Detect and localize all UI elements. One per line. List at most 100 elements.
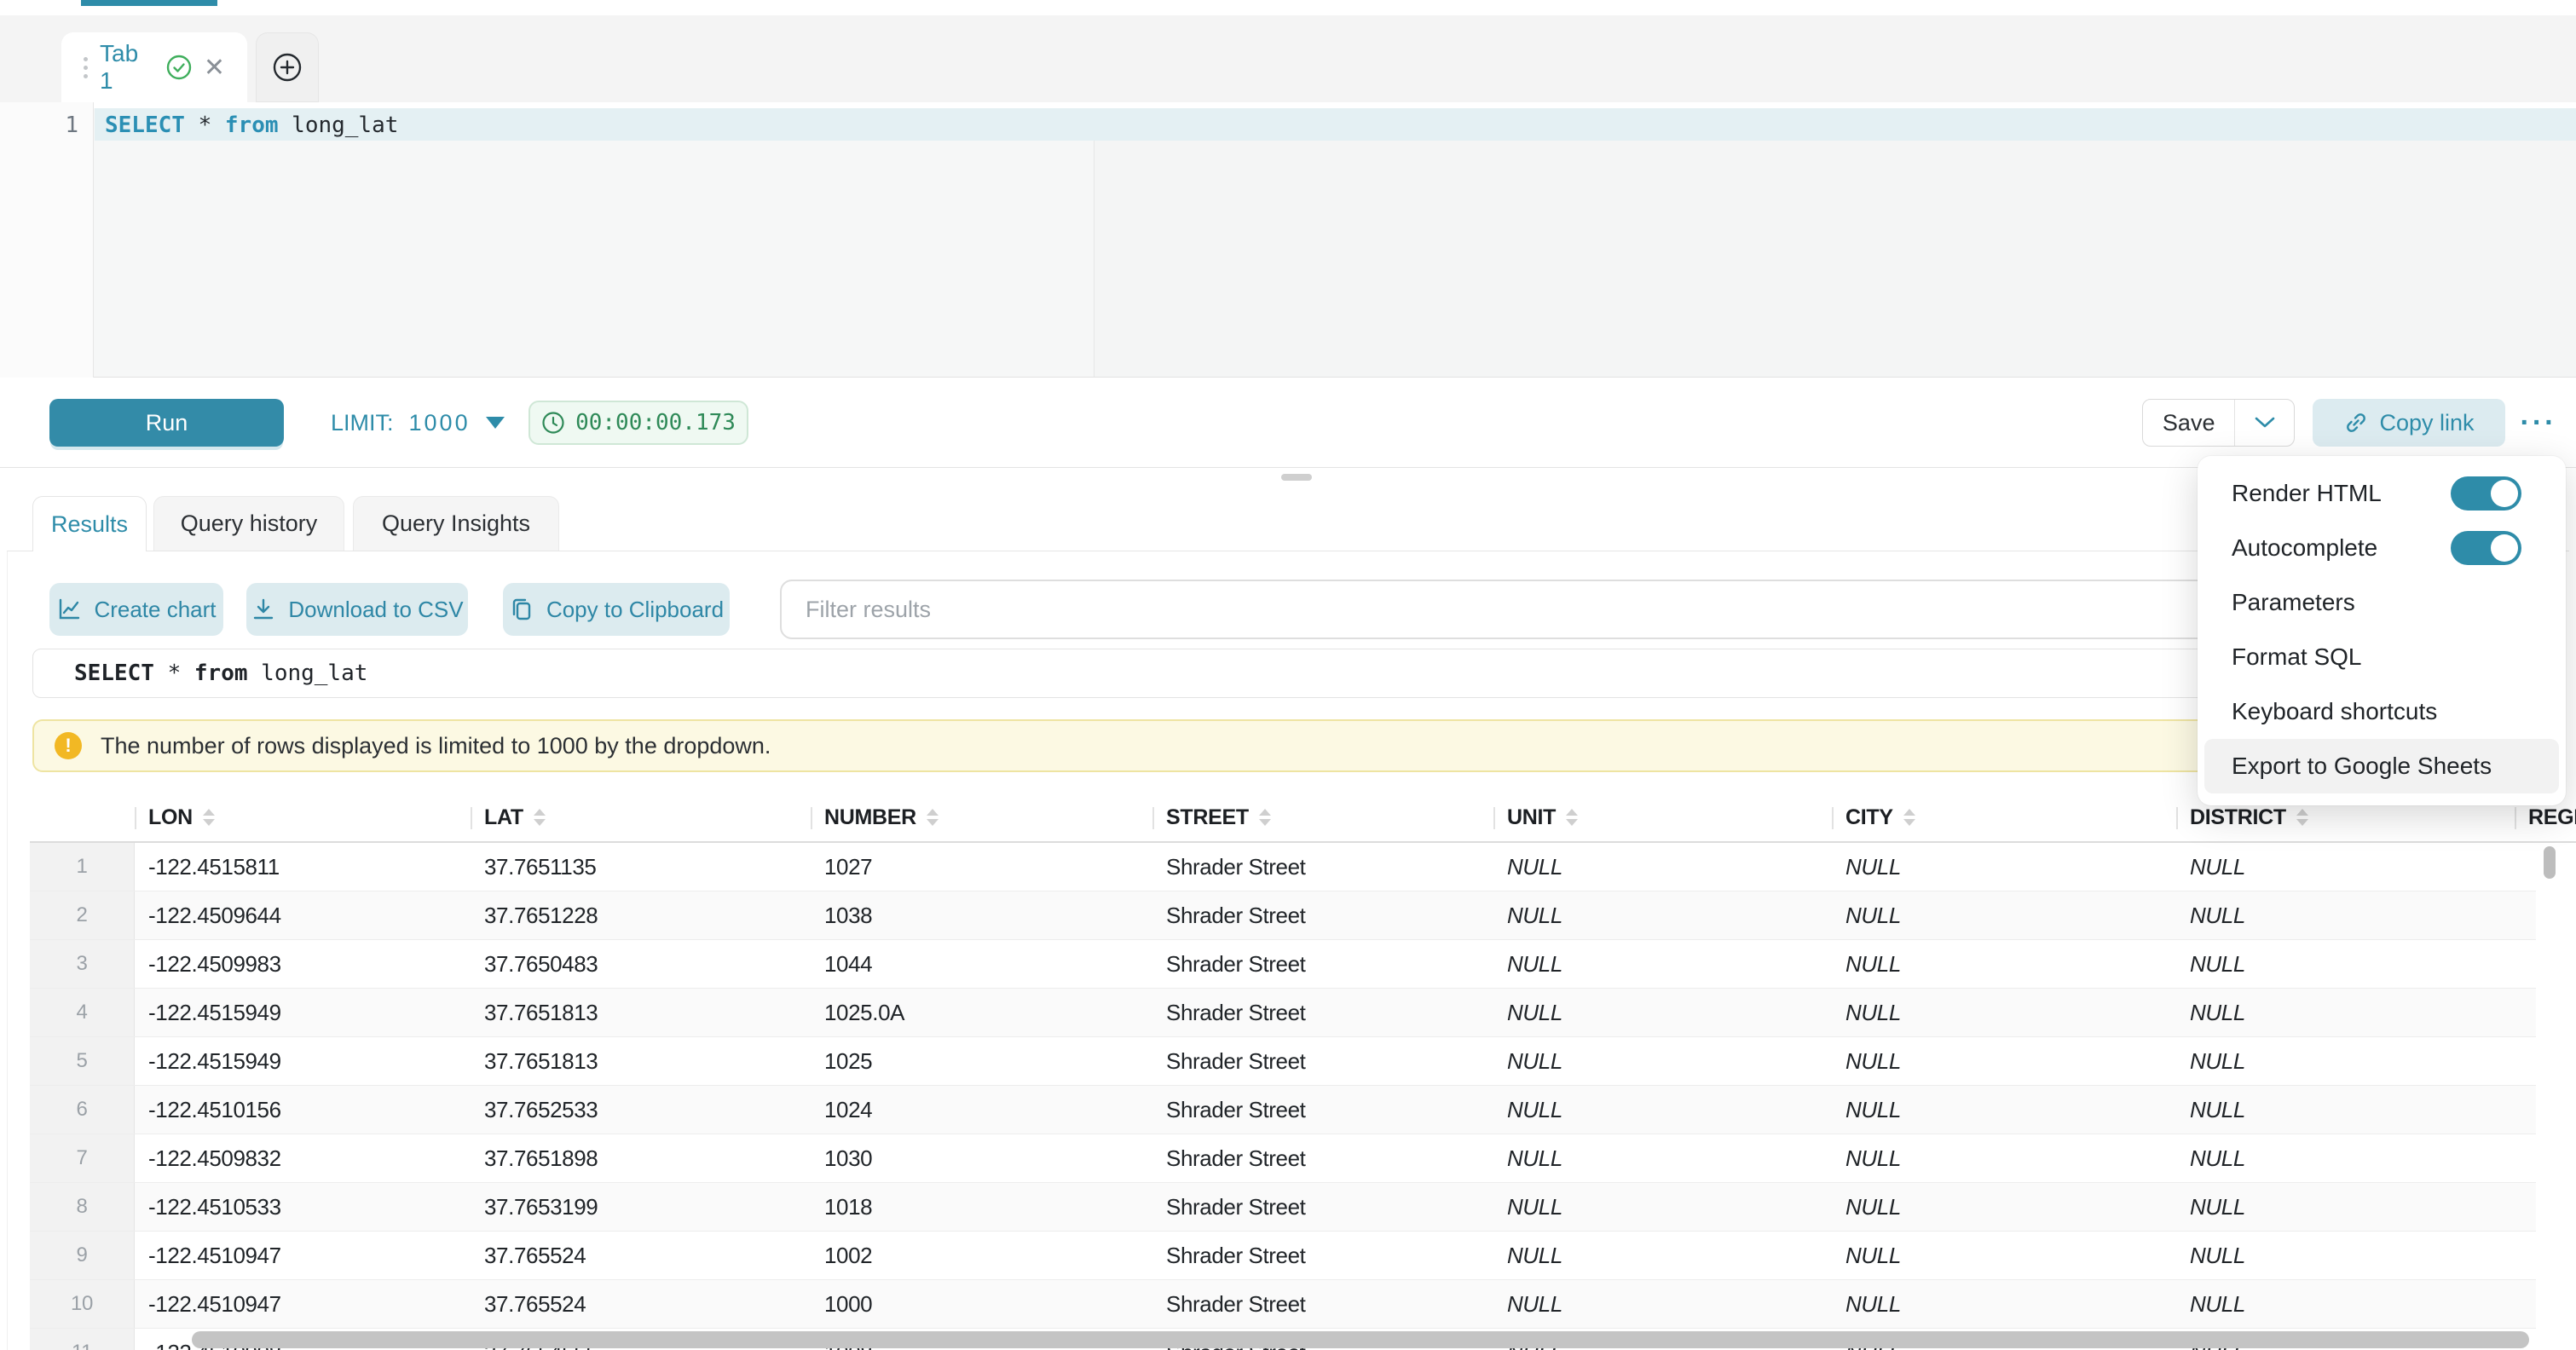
toggle-switch[interactable] [2451,531,2521,565]
table-cell[interactable]: 1025.0A [811,989,1152,1036]
table-cell[interactable]: NULL [1832,1183,2176,1231]
table-cell[interactable]: 37.765524 [471,1232,811,1279]
close-tab-icon[interactable]: ✕ [204,53,225,83]
table-cell[interactable]: NULL [2176,1134,2515,1182]
table-cell[interactable]: NULL [2176,1086,2515,1134]
table-cell[interactable]: NULL [2176,1232,2515,1279]
table-cell[interactable]: NULL [1832,1280,2176,1328]
table-cell[interactable]: NULL [1493,1037,1832,1085]
table-cell[interactable]: -122.4510947 [135,1280,471,1328]
tab-query-insights[interactable]: Query Insights [353,496,559,551]
table-cell[interactable]: Shrader Street [1152,1280,1493,1328]
row-number-cell[interactable]: 1 [30,843,135,891]
sort-icon[interactable] [203,809,215,826]
column-header-lon[interactable]: LON [135,793,471,841]
table-cell[interactable]: 37.7651228 [471,891,811,939]
table-cell[interactable]: Shrader Street [1152,1086,1493,1134]
column-header-street[interactable]: STREET [1152,793,1493,841]
table-cell[interactable]: 37.7653199 [471,1183,811,1231]
table-cell[interactable]: NULL [1493,1086,1832,1134]
table-cell[interactable]: 37.7651135 [471,843,811,891]
table-cell[interactable]: Shrader Street [1152,940,1493,988]
table-cell[interactable]: 1044 [811,940,1152,988]
menu-item-render-html[interactable]: Render HTML [2198,466,2566,521]
table-cell[interactable]: NULL [1493,1280,1832,1328]
row-number-cell[interactable]: 8 [30,1183,135,1231]
menu-item-format-sql[interactable]: Format SQL [2198,630,2566,684]
sort-icon[interactable] [534,809,546,826]
table-cell[interactable]: NULL [1832,1232,2176,1279]
table-cell[interactable]: 37.7650483 [471,940,811,988]
menu-item-parameters[interactable]: Parameters [2198,575,2566,630]
row-number-cell[interactable]: 3 [30,940,135,988]
row-number-cell[interactable]: 7 [30,1134,135,1182]
sort-icon[interactable] [1903,809,1915,826]
copy-to-clipboard-button[interactable]: Copy to Clipboard [503,583,730,636]
sort-icon[interactable] [1566,809,1578,826]
sort-icon[interactable] [2296,809,2308,826]
table-cell[interactable]: NULL [1832,1037,2176,1085]
table-cell[interactable]: Shrader Street [1152,1232,1493,1279]
table-cell[interactable]: NULL [2176,1280,2515,1328]
copy-link-button[interactable]: Copy link [2313,399,2505,447]
menu-item-export-to-google-sheets[interactable]: Export to Google Sheets [2204,739,2559,793]
more-options-button[interactable]: ··· [2511,399,2566,447]
table-cell[interactable]: NULL [1832,989,2176,1036]
toggle-switch[interactable] [2451,476,2521,511]
row-number-cell[interactable]: 5 [30,1037,135,1085]
table-cell[interactable]: 1002 [811,1232,1152,1279]
table-cell[interactable]: NULL [2176,891,2515,939]
row-number-cell[interactable]: 10 [30,1280,135,1328]
table-cell[interactable]: NULL [1493,1232,1832,1279]
row-number-cell[interactable]: 2 [30,891,135,939]
table-cell[interactable]: Shrader Street [1152,843,1493,891]
menu-item-keyboard-shortcuts[interactable]: Keyboard shortcuts [2198,684,2566,739]
save-options-button[interactable] [2234,400,2294,446]
table-cell[interactable]: NULL [1493,891,1832,939]
table-cell[interactable]: -122.4515811 [135,843,471,891]
column-header-number[interactable]: NUMBER [811,793,1152,841]
tab-results[interactable]: Results [32,496,147,551]
table-cell[interactable]: NULL [1832,1134,2176,1182]
row-number-cell[interactable]: 6 [30,1086,135,1134]
table-cell[interactable]: 37.7652533 [471,1086,811,1134]
table-cell[interactable]: -122.4509644 [135,891,471,939]
sort-icon[interactable] [1259,809,1271,826]
table-cell[interactable]: 1018 [811,1183,1152,1231]
table-cell[interactable]: -122.4510947 [135,1232,471,1279]
table-cell[interactable]: 37.7651813 [471,1037,811,1085]
table-cell[interactable]: NULL [1832,843,2176,891]
download-csv-button[interactable]: Download to CSV [246,583,468,636]
table-cell[interactable]: NULL [2176,940,2515,988]
vertical-scrollbar-thumb[interactable] [2544,846,2556,879]
column-header-city[interactable]: CITY [1832,793,2176,841]
new-tab-button[interactable] [256,32,319,102]
table-cell[interactable]: NULL [2176,1037,2515,1085]
panel-resize-handle[interactable] [1281,474,1312,481]
table-cell[interactable]: -122.4515949 [135,989,471,1036]
table-cell[interactable]: NULL [2176,843,2515,891]
column-header-unit[interactable]: UNIT [1493,793,1832,841]
row-number-cell[interactable]: 4 [30,989,135,1036]
table-cell[interactable]: 1000 [811,1280,1152,1328]
table-cell[interactable]: NULL [1493,843,1832,891]
table-cell[interactable]: NULL [2176,989,2515,1036]
row-number-cell[interactable]: 9 [30,1232,135,1279]
table-cell[interactable]: -122.4509832 [135,1134,471,1182]
table-cell[interactable]: 37.765524 [471,1280,811,1328]
table-cell[interactable]: NULL [2176,1183,2515,1231]
table-cell[interactable]: -122.4509983 [135,940,471,988]
table-cell[interactable]: 1030 [811,1134,1152,1182]
table-cell[interactable]: -122.4510533 [135,1183,471,1231]
create-chart-button[interactable]: Create chart [49,583,223,636]
sql-code-editor[interactable]: 1 SELECT * from long_lat [0,102,2576,378]
table-cell[interactable]: Shrader Street [1152,989,1493,1036]
table-cell[interactable]: 1025 [811,1037,1152,1085]
table-cell[interactable]: Shrader Street [1152,1037,1493,1085]
table-cell[interactable]: 1024 [811,1086,1152,1134]
table-cell[interactable]: NULL [1493,989,1832,1036]
table-cell[interactable]: -122.4515949 [135,1037,471,1085]
table-cell[interactable]: 1038 [811,891,1152,939]
table-cell[interactable]: NULL [1493,1134,1832,1182]
table-cell[interactable]: Shrader Street [1152,1134,1493,1182]
